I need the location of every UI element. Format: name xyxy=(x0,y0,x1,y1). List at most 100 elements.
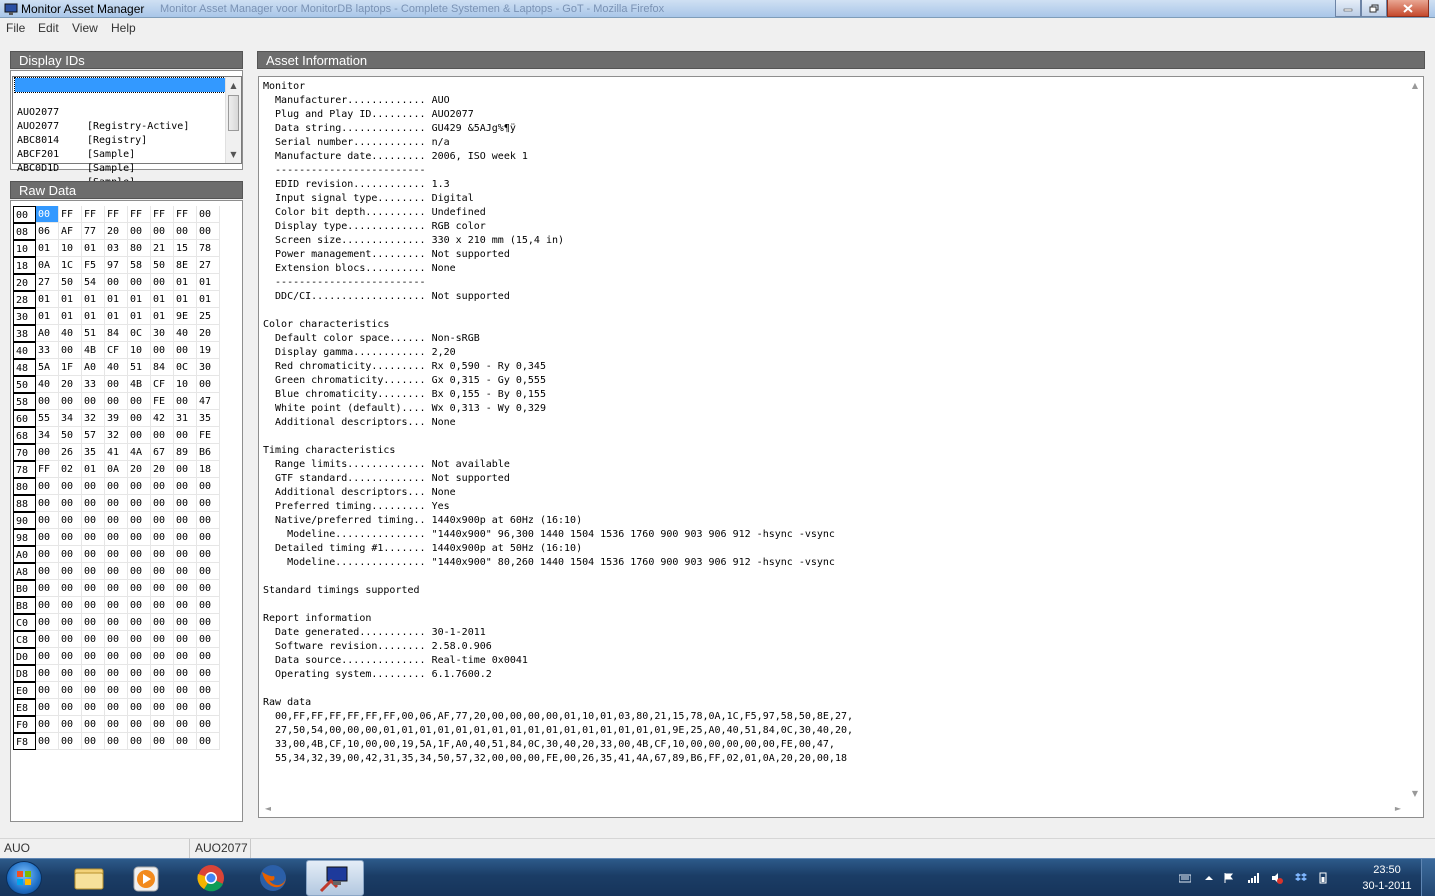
show-hidden-icons-icon[interactable] xyxy=(1203,872,1215,884)
raw-data-byte[interactable]: 00 xyxy=(151,716,174,733)
raw-data-byte[interactable]: 20 xyxy=(105,223,128,240)
raw-data-byte[interactable]: 00 xyxy=(151,529,174,546)
raw-data-byte[interactable]: 01 xyxy=(151,291,174,308)
raw-data-byte[interactable]: 00 xyxy=(59,733,82,750)
raw-data-byte[interactable]: 00 xyxy=(174,512,197,529)
raw-data-byte[interactable]: 00 xyxy=(128,648,151,665)
display-ids-scrollbar[interactable]: ▲ ▼ xyxy=(225,77,241,163)
raw-data-byte[interactable]: 4B xyxy=(128,376,151,393)
raw-data-byte[interactable]: 57 xyxy=(82,427,105,444)
raw-data-byte[interactable]: 00 xyxy=(105,648,128,665)
volume-muted-icon[interactable] xyxy=(1271,872,1283,884)
menu-file[interactable]: File xyxy=(6,21,25,36)
raw-data-byte[interactable]: 00 xyxy=(197,495,220,512)
raw-data-byte[interactable]: 00 xyxy=(174,733,197,750)
raw-data-byte[interactable]: FE xyxy=(197,427,220,444)
raw-data-byte[interactable]: 00 xyxy=(82,682,105,699)
raw-data-byte[interactable]: 00 xyxy=(36,648,59,665)
raw-data-byte[interactable]: 00 xyxy=(36,444,59,461)
raw-data-byte[interactable]: FF xyxy=(128,206,151,223)
raw-data-byte[interactable]: 00 xyxy=(36,393,59,410)
dropbox-icon[interactable] xyxy=(1295,872,1307,884)
raw-data-byte[interactable]: 35 xyxy=(82,444,105,461)
raw-data-byte[interactable]: 00 xyxy=(197,699,220,716)
raw-data-byte[interactable]: 84 xyxy=(151,359,174,376)
scroll-up-icon[interactable]: ▲ xyxy=(1408,79,1422,93)
raw-data-byte[interactable]: 40 xyxy=(59,325,82,342)
raw-data-byte[interactable]: AF xyxy=(59,223,82,240)
raw-data-byte[interactable]: FF xyxy=(105,206,128,223)
asset-info-panel[interactable]: Monitor Manufacturer............. AUO Pl… xyxy=(258,76,1424,818)
raw-data-byte[interactable]: 01 xyxy=(36,308,59,325)
raw-data-byte[interactable]: 00 xyxy=(36,512,59,529)
raw-data-byte[interactable]: 00 xyxy=(197,563,220,580)
display-id-item[interactable]: ABC8014 [Sample] xyxy=(15,120,225,160)
raw-data-byte[interactable]: 00 xyxy=(82,495,105,512)
raw-data-byte[interactable]: 00 xyxy=(151,478,174,495)
raw-data-byte[interactable]: 00 xyxy=(128,529,151,546)
raw-data-byte[interactable]: 00 xyxy=(105,580,128,597)
raw-data-byte[interactable]: 00 xyxy=(105,597,128,614)
raw-data-byte[interactable]: 00 xyxy=(105,393,128,410)
raw-data-byte[interactable]: 00 xyxy=(59,682,82,699)
raw-data-byte[interactable]: 00 xyxy=(197,223,220,240)
raw-data-byte[interactable]: 00 xyxy=(36,614,59,631)
raw-data-byte[interactable]: 00 xyxy=(174,716,197,733)
display-id-item[interactable]: AUO2077 [Registry-Active] xyxy=(15,92,225,132)
raw-data-byte[interactable]: 00 xyxy=(151,563,174,580)
raw-data-byte[interactable]: 00 xyxy=(128,427,151,444)
raw-data-byte[interactable]: 00 xyxy=(151,631,174,648)
raw-data-byte[interactable]: 00 xyxy=(36,733,59,750)
taskbar-clock[interactable]: 23:50 30-1-2011 xyxy=(1357,862,1417,894)
raw-data-byte[interactable]: 00 xyxy=(174,631,197,648)
raw-data-byte[interactable]: 00 xyxy=(128,410,151,427)
raw-data-byte[interactable]: 00 xyxy=(59,512,82,529)
raw-data-byte[interactable]: 27 xyxy=(197,257,220,274)
raw-data-byte[interactable]: 40 xyxy=(105,359,128,376)
raw-data-byte[interactable]: 01 xyxy=(128,291,151,308)
network-signal-icon[interactable] xyxy=(1247,872,1259,884)
raw-data-byte[interactable]: 40 xyxy=(174,325,197,342)
raw-data-byte[interactable]: 00 xyxy=(151,614,174,631)
raw-data-byte[interactable]: 00 xyxy=(36,716,59,733)
raw-data-byte[interactable]: 18 xyxy=(197,461,220,478)
raw-data-byte[interactable]: 00 xyxy=(128,716,151,733)
raw-data-byte[interactable]: 21 xyxy=(151,240,174,257)
raw-data-byte[interactable]: 00 xyxy=(151,580,174,597)
raw-data-byte[interactable]: 00 xyxy=(174,614,197,631)
raw-data-byte[interactable]: 00 xyxy=(128,546,151,563)
raw-data-byte[interactable]: 00 xyxy=(82,393,105,410)
raw-data-byte[interactable]: 00 xyxy=(82,631,105,648)
raw-data-byte[interactable]: 30 xyxy=(151,325,174,342)
raw-data-byte[interactable]: 00 xyxy=(59,478,82,495)
raw-data-byte[interactable]: 54 xyxy=(82,274,105,291)
raw-data-byte[interactable]: 77 xyxy=(82,223,105,240)
raw-data-byte[interactable]: 01 xyxy=(82,308,105,325)
raw-data-byte[interactable]: 00 xyxy=(197,478,220,495)
raw-data-byte[interactable]: 00 xyxy=(128,563,151,580)
raw-data-byte[interactable]: 00 xyxy=(197,580,220,597)
raw-data-byte[interactable]: A0 xyxy=(82,359,105,376)
raw-data-byte[interactable]: 00 xyxy=(197,648,220,665)
raw-data-byte[interactable]: 00 xyxy=(128,223,151,240)
raw-data-byte[interactable]: 4A xyxy=(128,444,151,461)
raw-data-byte[interactable]: CF xyxy=(151,376,174,393)
menu-view[interactable]: View xyxy=(72,21,98,36)
raw-data-byte[interactable]: 00 xyxy=(82,512,105,529)
raw-data-byte[interactable]: 00 xyxy=(128,733,151,750)
raw-data-byte[interactable]: 20 xyxy=(151,461,174,478)
scroll-down-icon[interactable]: ▼ xyxy=(1408,787,1422,801)
raw-data-byte[interactable]: 4B xyxy=(82,342,105,359)
asset-info-vertical-scrollbar[interactable]: ▲ ▼ xyxy=(1407,77,1423,801)
raw-data-byte[interactable]: 1F xyxy=(59,359,82,376)
raw-data-byte[interactable]: 67 xyxy=(151,444,174,461)
raw-data-byte[interactable]: 00 xyxy=(82,614,105,631)
raw-data-byte[interactable]: 00 xyxy=(128,597,151,614)
raw-data-byte[interactable]: 00 xyxy=(59,699,82,716)
raw-data-byte[interactable]: 32 xyxy=(105,427,128,444)
raw-data-byte[interactable]: 00 xyxy=(174,478,197,495)
raw-data-byte[interactable]: CF xyxy=(105,342,128,359)
raw-data-byte[interactable]: 00 xyxy=(36,478,59,495)
raw-data-byte[interactable]: 9E xyxy=(174,308,197,325)
raw-data-byte[interactable]: 97 xyxy=(105,257,128,274)
